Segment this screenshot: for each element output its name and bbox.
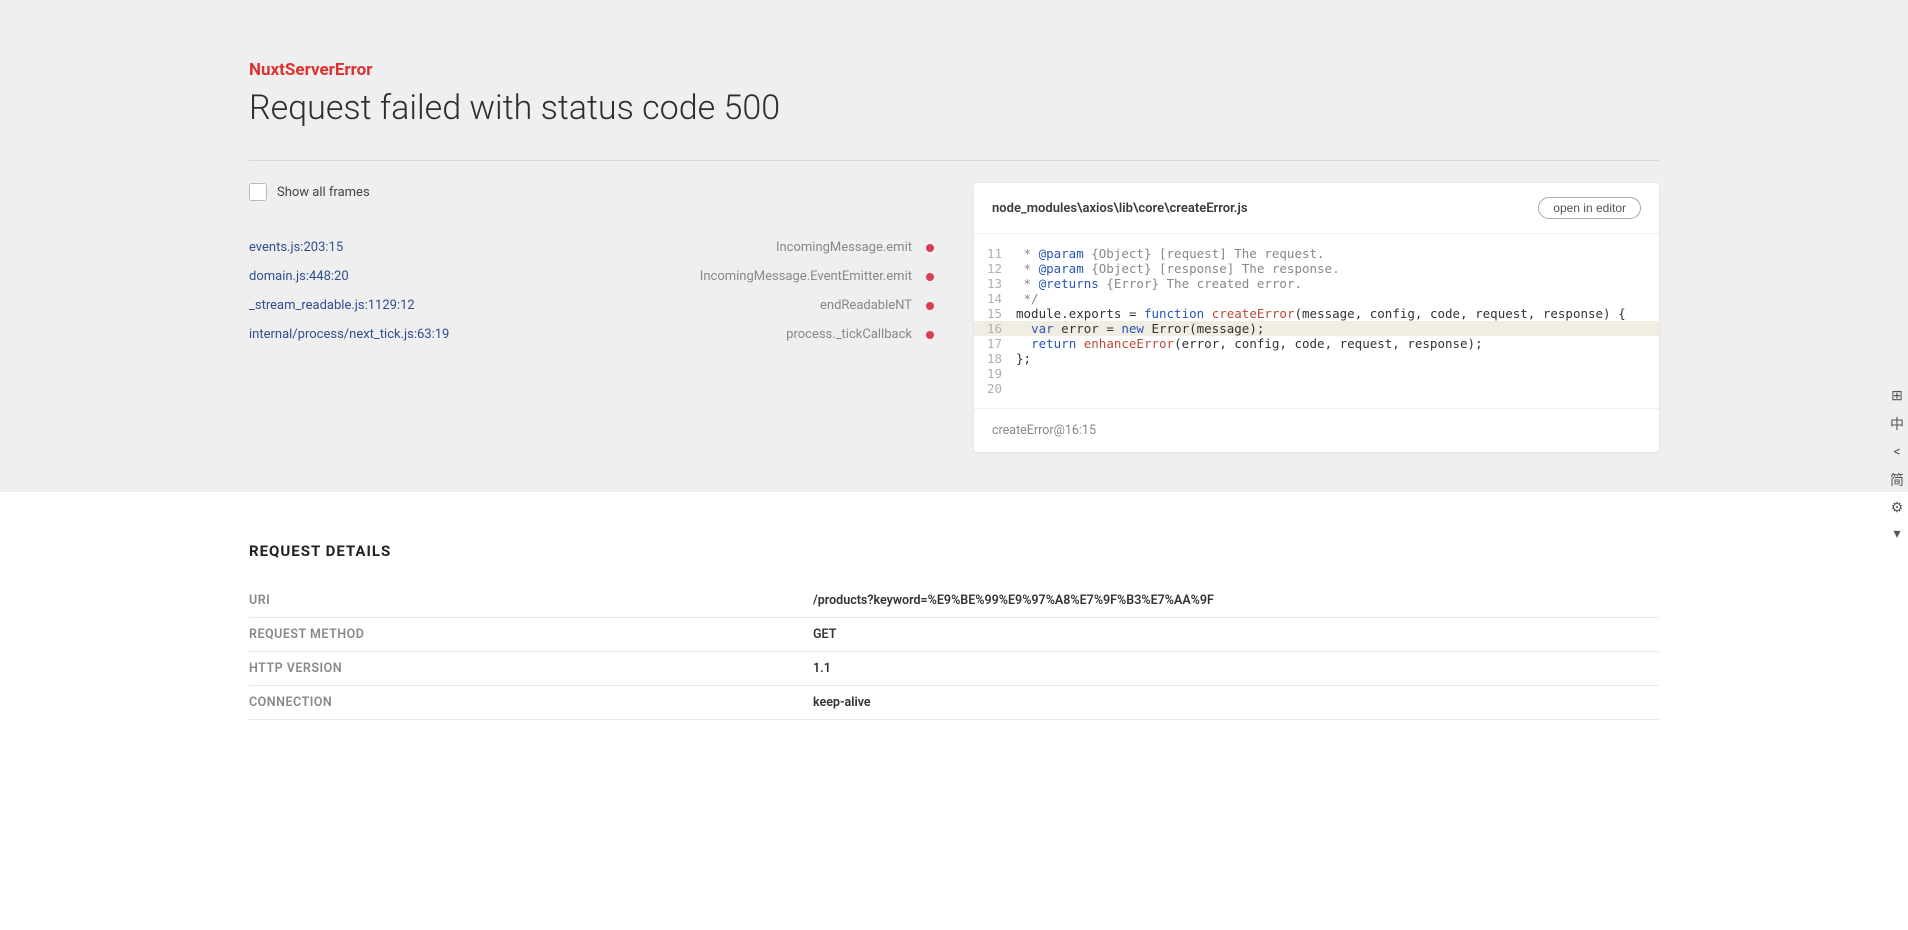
line-number: 15 xyxy=(974,306,1016,321)
line-content: * @param {Object} [request] The request. xyxy=(1016,246,1659,261)
line-number: 12 xyxy=(974,261,1016,276)
open-in-editor-button[interactable]: open in editor xyxy=(1538,197,1641,219)
line-number: 17 xyxy=(974,336,1016,351)
table-row: Request MethodGET xyxy=(249,618,1659,652)
error-message: Request failed with status code 500 xyxy=(249,88,1659,128)
detail-key: URI xyxy=(249,584,813,618)
frame-list: events.js:203:15 IncomingMessage.emit doma… xyxy=(249,233,934,349)
code-line: 20 xyxy=(974,381,1659,396)
detail-key: HTTP Version xyxy=(249,652,813,686)
table-row: HTTP Version1.1 xyxy=(249,652,1659,686)
frame-indicator-dot xyxy=(926,244,934,252)
show-all-frames-label: Show all frames xyxy=(277,185,370,200)
code-line: 11 * @param {Object} [request] The reque… xyxy=(974,246,1659,261)
expand-icon[interactable]: ⊞ xyxy=(1890,388,1904,404)
code-line: 15module.exports = function createError(… xyxy=(974,306,1659,321)
frame-file: domain.js:448:20 xyxy=(249,269,349,284)
settings-icon[interactable]: ⚙ xyxy=(1890,500,1904,516)
table-row: Connectionkeep-alive xyxy=(249,686,1659,720)
line-content: * @param {Object} [response] The respons… xyxy=(1016,261,1659,276)
code-line: 14 */ xyxy=(974,291,1659,306)
line-content xyxy=(1016,381,1659,396)
side-toolbar: ⊞ 中 < 简 ⚙ ▾ xyxy=(1886,382,1908,548)
frame-file: internal/process/next_tick.js:63:19 xyxy=(249,327,449,342)
line-content xyxy=(1016,366,1659,381)
frame-item[interactable]: internal/process/next_tick.js:63:19 proce… xyxy=(249,320,934,349)
line-content: var error = new Error(message); xyxy=(1016,321,1659,336)
line-number: 19 xyxy=(974,366,1016,381)
frame-indicator-dot xyxy=(926,273,934,281)
code-icon[interactable]: < xyxy=(1890,444,1904,460)
line-content: */ xyxy=(1016,291,1659,306)
simplified-icon[interactable]: 简 xyxy=(1890,470,1904,490)
code-line: 18}; xyxy=(974,351,1659,366)
detail-key: Request Method xyxy=(249,618,813,652)
line-number: 14 xyxy=(974,291,1016,306)
frame-indicator-dot xyxy=(926,302,934,310)
request-details-table: URI/products?keyword=%E9%BE%99%E9%97%A8%… xyxy=(249,584,1659,720)
error-type: NuxtServerError xyxy=(249,60,1659,80)
code-file-path: node_modules\axios\lib\core\createError.… xyxy=(992,201,1248,216)
code-footer: createError@16:15 xyxy=(974,408,1659,452)
frame-function: process._tickCallback xyxy=(786,327,912,342)
detail-value: GET xyxy=(813,618,1659,652)
table-row: URI/products?keyword=%E9%BE%99%E9%97%A8%… xyxy=(249,584,1659,618)
show-all-frames-checkbox[interactable] xyxy=(249,183,267,201)
code-line: 17 return enhanceError(error, config, co… xyxy=(974,336,1659,351)
code-body: 11 * @param {Object} [request] The reque… xyxy=(974,234,1659,408)
line-content: }; xyxy=(1016,351,1659,366)
code-panel: node_modules\axios\lib\core\createError.… xyxy=(974,183,1659,452)
frame-function: IncomingMessage.EventEmitter.emit xyxy=(700,269,912,284)
frame-file: events.js:203:15 xyxy=(249,240,343,255)
line-number: 16 xyxy=(974,321,1016,336)
frame-function: endReadableNT xyxy=(820,298,912,313)
header-divider xyxy=(249,160,1659,161)
code-line: 12 * @param {Object} [response] The resp… xyxy=(974,261,1659,276)
collapse-icon[interactable]: ▾ xyxy=(1890,526,1904,542)
detail-value: keep-alive xyxy=(813,686,1659,720)
frame-function: IncomingMessage.emit xyxy=(776,240,912,255)
frame-item[interactable]: domain.js:448:20 IncomingMessage.EventEmi… xyxy=(249,262,934,291)
frame-item[interactable]: _stream_readable.js:1129:12 endReadableNT xyxy=(249,291,934,320)
line-number: 11 xyxy=(974,246,1016,261)
line-number: 20 xyxy=(974,381,1016,396)
detail-value: /products?keyword=%E9%BE%99%E9%97%A8%E7%… xyxy=(813,584,1659,618)
code-line: 16 var error = new Error(message); xyxy=(974,321,1659,336)
request-details-title: REQUEST DETAILS xyxy=(249,542,1659,560)
line-content: * @returns {Error} The created error. xyxy=(1016,276,1659,291)
code-line: 13 * @returns {Error} The created error. xyxy=(974,276,1659,291)
detail-value: 1.1 xyxy=(813,652,1659,686)
frame-item[interactable]: events.js:203:15 IncomingMessage.emit xyxy=(249,233,934,262)
code-line: 19 xyxy=(974,366,1659,381)
line-content: module.exports = function createError(me… xyxy=(1016,306,1659,321)
frame-indicator-dot xyxy=(926,331,934,339)
detail-key: Connection xyxy=(249,686,813,720)
line-content: return enhanceError(error, config, code,… xyxy=(1016,336,1659,351)
translate-icon[interactable]: 中 xyxy=(1890,414,1904,434)
line-number: 18 xyxy=(974,351,1016,366)
line-number: 13 xyxy=(974,276,1016,291)
frame-file: _stream_readable.js:1129:12 xyxy=(249,298,415,313)
